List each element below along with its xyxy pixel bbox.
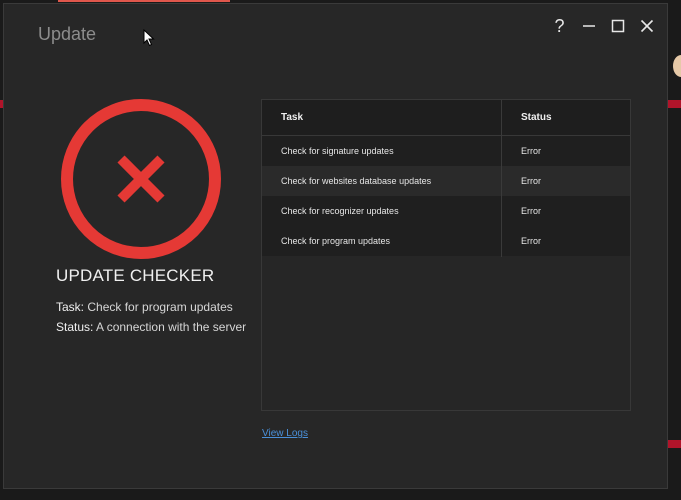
window-controls: ?: [545, 14, 661, 38]
update-checker-heading: UPDATE CHECKER: [56, 266, 215, 285]
table-row[interactable]: Check for program updates Error: [262, 226, 630, 256]
row-task: Check for signature updates: [281, 146, 394, 156]
help-button[interactable]: ?: [545, 14, 574, 38]
background-accent-right: [667, 100, 681, 108]
row-task: Check for websites database updates: [281, 176, 432, 186]
background-accent-right-2: [667, 440, 681, 448]
update-window: Update ? UPDATE CHECKER Task: Check for …: [3, 3, 668, 489]
task-value: Check for program updates: [87, 300, 233, 314]
minimize-icon: [582, 25, 595, 27]
background-avatar: [673, 55, 681, 77]
maximize-button[interactable]: [603, 14, 632, 38]
row-status: Error: [521, 176, 541, 186]
maximize-icon: [611, 19, 624, 33]
background-top-accent-line: [58, 0, 230, 2]
mouse-cursor-icon: [143, 29, 155, 47]
update-tasks-table: Task Status Check for signature updates …: [261, 99, 631, 411]
row-task: Check for program updates: [281, 236, 391, 246]
row-status: Error: [521, 236, 541, 246]
row-status: Error: [521, 146, 541, 156]
column-header-status[interactable]: Status: [521, 100, 552, 136]
column-divider: [501, 100, 502, 257]
close-icon: [640, 19, 653, 33]
column-header-task[interactable]: Task: [281, 100, 303, 136]
minimize-button[interactable]: [574, 14, 603, 38]
view-logs-link[interactable]: View Logs: [262, 428, 308, 439]
current-task-line: Task: Check for program updates: [56, 300, 246, 314]
table-row[interactable]: Check for websites database updates Erro…: [262, 166, 630, 196]
error-x-circle-icon: [61, 99, 221, 259]
row-task: Check for recognizer updates: [281, 206, 399, 216]
close-button[interactable]: [632, 14, 661, 38]
task-label: Task:: [56, 300, 85, 314]
help-icon: ?: [554, 15, 565, 36]
window-title: Update: [38, 24, 97, 44]
current-status-line: Status: A connection with the server ...: [56, 320, 246, 334]
row-status: Error: [521, 206, 541, 216]
table-row[interactable]: Check for recognizer updates Error: [262, 196, 630, 226]
status-label: Status:: [56, 320, 94, 334]
table-header: Task Status: [262, 100, 630, 136]
table-row[interactable]: Check for signature updates Error: [262, 136, 630, 166]
status-value: A connection with the server ...: [96, 320, 246, 334]
